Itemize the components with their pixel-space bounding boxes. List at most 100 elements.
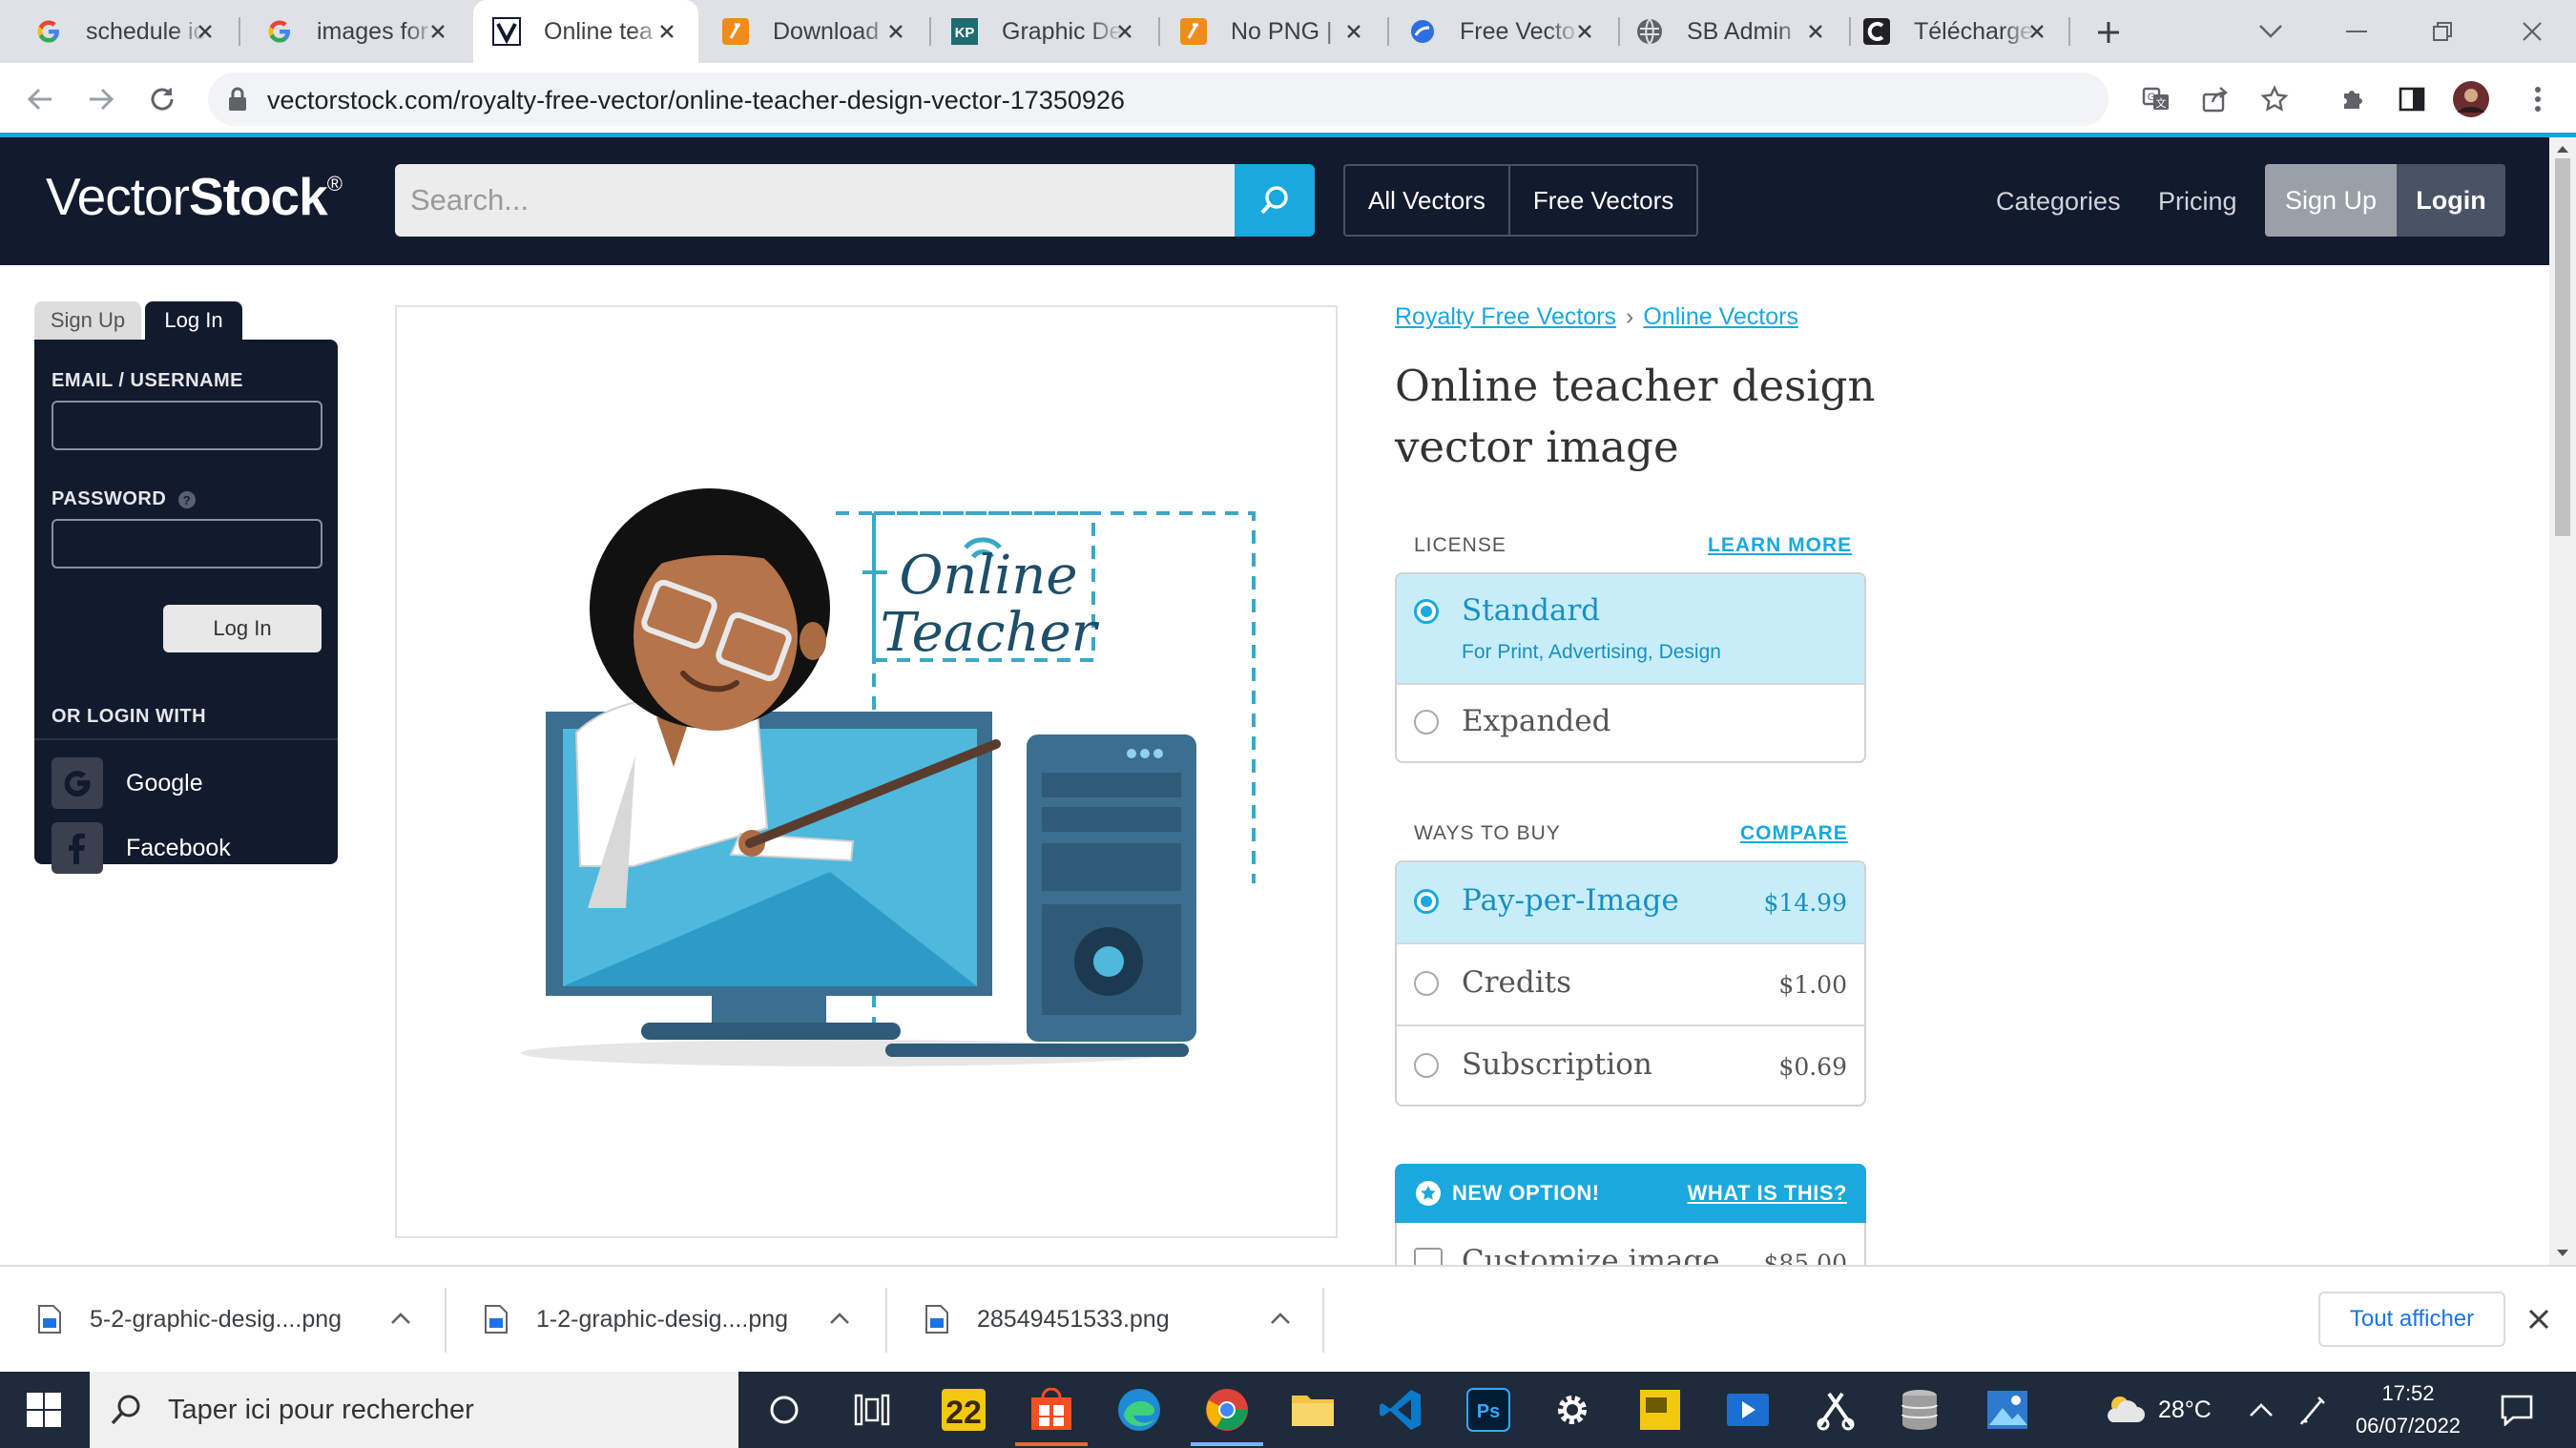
windows-start-icon[interactable] bbox=[27, 1393, 61, 1427]
tab-schedule[interactable]: schedule ic bbox=[0, 0, 237, 63]
browser-menu-icon[interactable] bbox=[2519, 80, 2557, 118]
header-login-button[interactable]: Login bbox=[2397, 164, 2505, 237]
show-all-downloads-button[interactable]: Tout afficher bbox=[2318, 1292, 2505, 1347]
close-tab-icon[interactable] bbox=[1340, 17, 1368, 46]
tab-telecharger[interactable]: Télécharge bbox=[1851, 0, 2068, 63]
video-editor-icon[interactable] bbox=[1723, 1385, 1773, 1435]
customize-checkbox[interactable] bbox=[1414, 1248, 1443, 1265]
file-explorer-icon[interactable] bbox=[1288, 1385, 1338, 1435]
minimize-icon[interactable] bbox=[2318, 0, 2395, 63]
tab-images[interactable]: images for bbox=[240, 0, 469, 63]
close-tab-icon[interactable] bbox=[1570, 17, 1599, 46]
purchase-option-subscription[interactable]: Subscription $0.69 bbox=[1397, 1024, 1864, 1105]
free-vectors-button[interactable]: Free Vectors bbox=[1507, 166, 1696, 235]
scroll-down-icon[interactable] bbox=[2549, 1244, 2576, 1263]
search-input[interactable] bbox=[395, 164, 1235, 237]
what-is-this-link[interactable]: WHAT IS THIS? bbox=[1688, 1181, 1847, 1206]
weather-widget[interactable]: 28°C bbox=[2103, 1372, 2212, 1448]
compare-link[interactable]: COMPARE bbox=[1740, 822, 1848, 845]
task-view-icon[interactable] bbox=[847, 1385, 897, 1435]
password-field[interactable] bbox=[52, 519, 322, 569]
google-login-button[interactable]: Google bbox=[52, 757, 328, 809]
chevron-up-icon[interactable] bbox=[1265, 1303, 1296, 1334]
reload-icon[interactable] bbox=[143, 80, 181, 118]
microsoft-store-icon[interactable] bbox=[1027, 1385, 1076, 1435]
share-icon[interactable] bbox=[2196, 80, 2234, 118]
taskbar-search-box[interactable]: Taper ici pour rechercher bbox=[90, 1372, 738, 1448]
close-tab-icon[interactable] bbox=[2023, 17, 2051, 46]
extensions-puzzle-icon[interactable] bbox=[2334, 80, 2372, 118]
download-item[interactable]: 1-2-graphic-desig....png bbox=[447, 1267, 885, 1372]
download-item[interactable]: 28549451533.png bbox=[887, 1267, 1322, 1372]
chevron-up-icon[interactable] bbox=[824, 1303, 855, 1334]
page-scrollbar[interactable] bbox=[2549, 137, 2576, 1265]
photoshop-icon[interactable]: Ps bbox=[1464, 1385, 1513, 1435]
pen-icon[interactable] bbox=[2288, 1385, 2337, 1435]
tab-graphic-design[interactable]: KP Graphic De bbox=[931, 0, 1156, 63]
side-panel-icon[interactable] bbox=[2393, 80, 2431, 118]
tab-no-png[interactable]: No PNG | bbox=[1160, 0, 1385, 63]
scroll-up-icon[interactable] bbox=[2549, 139, 2576, 158]
taskbar-clock[interactable]: 17:52 06/07/2022 bbox=[2341, 1377, 2475, 1442]
header-signup-button[interactable]: Sign Up bbox=[2265, 164, 2397, 237]
close-tab-icon[interactable] bbox=[1801, 17, 1830, 46]
calendar-22-icon[interactable]: 22 bbox=[939, 1385, 988, 1435]
new-tab-button[interactable] bbox=[2089, 13, 2128, 52]
close-tab-icon[interactable] bbox=[882, 17, 910, 46]
edge-icon[interactable] bbox=[1114, 1385, 1164, 1435]
tab-search-chevron-icon[interactable] bbox=[2233, 0, 2309, 63]
chrome-icon[interactable] bbox=[1202, 1385, 1252, 1435]
database-icon[interactable] bbox=[1895, 1385, 1944, 1435]
license-option-standard[interactable]: Standard For Print, Advertising, Design bbox=[1397, 574, 1864, 683]
address-bar[interactable]: vectorstock.com/royalty-free-vector/onli… bbox=[208, 72, 2109, 126]
pricing-link[interactable]: Pricing bbox=[2158, 187, 2237, 217]
settings-gear-icon[interactable] bbox=[1548, 1385, 1597, 1435]
vscode-icon[interactable] bbox=[1376, 1385, 1425, 1435]
login-widget-submit-button[interactable]: Log In bbox=[163, 605, 322, 652]
close-tab-icon[interactable] bbox=[424, 17, 452, 46]
show-hidden-icons-chevron-icon[interactable] bbox=[2236, 1385, 2286, 1435]
profile-avatar[interactable] bbox=[2452, 80, 2490, 118]
bookmark-star-icon[interactable] bbox=[2255, 80, 2294, 118]
tab-online-teacher[interactable]: Online tea bbox=[473, 0, 698, 63]
categories-link[interactable]: Categories bbox=[1996, 187, 2121, 217]
purchase-option-credits[interactable]: Credits $1.00 bbox=[1397, 942, 1864, 1024]
learn-more-link[interactable]: LEARN MORE bbox=[1708, 534, 1852, 557]
restore-icon[interactable] bbox=[2404, 0, 2481, 63]
login-widget-tab-login[interactable]: Log In bbox=[145, 301, 242, 340]
translate-icon[interactable]: 文G bbox=[2137, 80, 2175, 118]
notifications-icon[interactable] bbox=[2492, 1385, 2542, 1435]
customize-image-option[interactable]: Customize image $85.00 bbox=[1395, 1223, 1866, 1265]
sticky-notes-icon[interactable] bbox=[1635, 1385, 1685, 1435]
lock-icon[interactable] bbox=[227, 86, 248, 113]
radio-unselected[interactable] bbox=[1414, 971, 1439, 996]
email-field[interactable] bbox=[52, 401, 322, 450]
product-image[interactable]: Online Teacher bbox=[395, 305, 1338, 1238]
facebook-login-button[interactable]: Facebook bbox=[52, 822, 328, 874]
snipping-tool-icon[interactable] bbox=[1811, 1385, 1860, 1435]
tab-sb-admin[interactable]: SB Admin bbox=[1620, 0, 1847, 63]
breadcrumb-online-vectors[interactable]: Online Vectors bbox=[1643, 303, 1798, 330]
vectorstock-logo[interactable]: VectorStock® bbox=[46, 166, 343, 227]
close-tab-icon[interactable] bbox=[653, 17, 681, 46]
radio-selected[interactable] bbox=[1414, 599, 1439, 624]
login-widget-tab-signup[interactable]: Sign Up bbox=[34, 301, 141, 340]
close-tab-icon[interactable] bbox=[1111, 17, 1139, 46]
cortana-icon[interactable] bbox=[759, 1385, 809, 1435]
close-shelf-icon[interactable] bbox=[2523, 1303, 2555, 1335]
purchase-option-pay-per-image[interactable]: Pay-per-Image $14.99 bbox=[1397, 862, 1864, 942]
chevron-up-icon[interactable] bbox=[385, 1303, 416, 1334]
radio-selected[interactable] bbox=[1414, 889, 1439, 914]
tab-free-vectors[interactable]: Free Vecto bbox=[1389, 0, 1616, 63]
help-icon[interactable]: ? bbox=[177, 490, 197, 509]
all-vectors-button[interactable]: All Vectors bbox=[1345, 166, 1508, 235]
license-option-expanded[interactable]: Expanded bbox=[1397, 683, 1864, 761]
radio-unselected[interactable] bbox=[1414, 1053, 1439, 1078]
download-item[interactable]: 5-2-graphic-desig....png bbox=[0, 1267, 443, 1372]
tab-download[interactable]: Download bbox=[700, 0, 927, 63]
radio-unselected[interactable] bbox=[1414, 710, 1439, 734]
back-arrow-icon[interactable] bbox=[21, 80, 59, 118]
close-tab-icon[interactable] bbox=[191, 17, 219, 46]
breadcrumb-royalty-free-vectors[interactable]: Royalty Free Vectors bbox=[1395, 303, 1616, 330]
scrollbar-thumb[interactable] bbox=[2555, 158, 2570, 536]
